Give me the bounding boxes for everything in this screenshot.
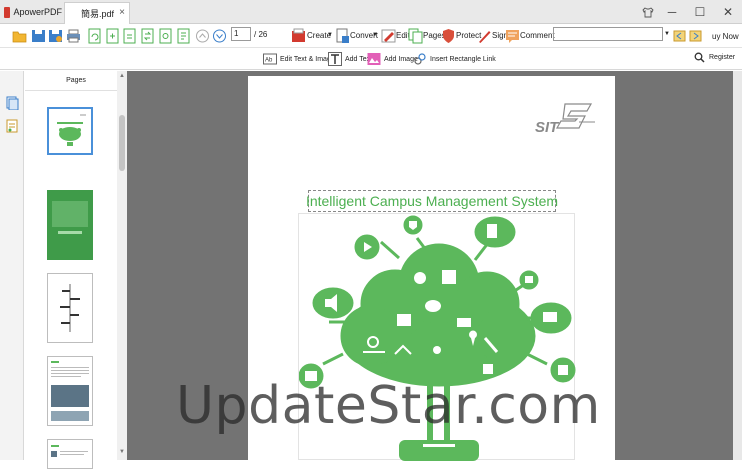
rotate-left-icon[interactable] xyxy=(87,28,102,44)
page-thumbnail-2-image xyxy=(48,191,92,259)
page-thumbnail-5[interactable] xyxy=(47,439,93,469)
maximize-button[interactable]: ☐ xyxy=(686,0,714,24)
document-title[interactable]: Intelligent Campus Management System xyxy=(306,190,558,212)
page-thumbnail-2[interactable] xyxy=(47,190,93,260)
page-thumbnail-1-image xyxy=(57,114,86,146)
comment-button[interactable]: Comment xyxy=(520,31,555,40)
minimize-button[interactable]: ─ xyxy=(658,0,686,24)
register-button[interactable]: Register xyxy=(694,52,735,63)
page-thumbnail-1[interactable] xyxy=(47,107,93,155)
pages-panel: Pages xyxy=(25,71,127,469)
replace-page-icon[interactable] xyxy=(140,28,155,44)
edit-text-images-icon: Ab xyxy=(263,53,277,65)
register-label: Register xyxy=(709,54,736,61)
convert-dropdown-icon[interactable]: ▼ xyxy=(372,32,378,38)
attachments-icon[interactable] xyxy=(5,119,19,133)
save-icon[interactable] xyxy=(31,28,46,44)
add-text-button[interactable]: Add Text xyxy=(328,51,372,67)
page-number-input[interactable]: 1 xyxy=(231,27,251,41)
close-window-button[interactable]: ✕ xyxy=(714,0,742,24)
document-scrollbar[interactable] xyxy=(733,71,742,460)
previous-page-icon[interactable] xyxy=(195,28,210,44)
document-tab[interactable]: 簡易.pdf × xyxy=(64,2,130,24)
title-bar: ApowerPDF 簡易.pdf × ─ ☐ ✕ xyxy=(0,0,742,24)
comment-icon[interactable] xyxy=(505,28,520,44)
apowerpdf-logo-icon xyxy=(4,6,11,18)
scroll-down-icon[interactable]: ▼ xyxy=(119,449,125,455)
sit-logo-icon: SIT xyxy=(535,103,595,134)
next-page-icon[interactable] xyxy=(212,28,227,44)
search-icon xyxy=(694,52,705,63)
create-dropdown-icon[interactable]: ▼ xyxy=(327,32,333,38)
add-image-icon xyxy=(367,53,381,65)
app-name: ApowerPDF xyxy=(13,7,62,17)
skin-icon[interactable] xyxy=(638,0,658,24)
updatestar-watermark: UpdateStar.com xyxy=(176,376,601,436)
sidebar-strip xyxy=(0,71,24,460)
edit-icon[interactable] xyxy=(381,28,396,44)
page-thumbnail-4[interactable] xyxy=(47,356,93,426)
extract-page-icon[interactable] xyxy=(122,28,137,44)
add-text-icon xyxy=(328,52,342,66)
page-total: / 26 xyxy=(254,30,268,39)
page-thumbnail-3[interactable] xyxy=(47,273,93,343)
protect-shield-icon[interactable] xyxy=(441,28,456,44)
crop-page-icon[interactable] xyxy=(158,28,173,44)
document-tab-label: 簡易.pdf xyxy=(81,9,115,19)
insert-page-icon[interactable] xyxy=(105,28,120,44)
split-page-icon[interactable] xyxy=(176,28,191,44)
pages-icon[interactable] xyxy=(408,28,423,44)
insert-rectangle-link-button[interactable]: Insert Rectangle Link xyxy=(413,51,496,67)
open-folder-icon[interactable] xyxy=(12,28,27,44)
link-icon xyxy=(414,53,426,65)
page-thumbnails-icon[interactable] xyxy=(5,96,19,110)
scrollbar-thumb[interactable] xyxy=(119,115,125,171)
svg-text:Ab: Ab xyxy=(265,58,273,64)
pages-panel-scrollbar[interactable]: ▲ ▼ xyxy=(117,71,127,460)
app-tab[interactable]: ApowerPDF xyxy=(0,0,62,24)
insert-rectangle-link-label: Insert Rectangle Link xyxy=(430,55,496,63)
create-icon[interactable] xyxy=(291,28,306,44)
search-input[interactable] xyxy=(553,27,663,41)
search-next-icon[interactable] xyxy=(688,28,703,44)
main-toolbar: 1 / 26 Create ▼ Convert ▼ Edit Pages Pro… xyxy=(0,24,742,48)
add-image-button[interactable]: Add Image xyxy=(367,51,418,67)
page-thumbnail-5-image xyxy=(51,445,88,457)
search-dropdown-icon[interactable]: ▼ xyxy=(664,31,670,37)
page-thumbnail-3-image xyxy=(60,284,80,332)
edit-text-images-button[interactable]: Ab Edit Text & Images xyxy=(263,51,338,67)
convert-icon[interactable] xyxy=(335,28,350,44)
save-as-icon[interactable] xyxy=(48,28,63,44)
close-tab-icon[interactable]: × xyxy=(119,7,125,18)
print-icon[interactable] xyxy=(66,28,81,44)
buy-now-link[interactable]: uy Now xyxy=(712,32,739,41)
sign-pen-icon[interactable] xyxy=(477,28,492,44)
edit-subtoolbar: Ab Edit Text & Images Add Text Add Image… xyxy=(0,48,742,70)
sit-logo-text: SIT xyxy=(535,119,560,134)
page-thumbnail-4-image xyxy=(51,361,89,421)
pages-panel-header: Pages xyxy=(25,71,127,91)
search-previous-icon[interactable] xyxy=(672,28,687,44)
scroll-up-icon[interactable]: ▲ xyxy=(119,73,125,79)
